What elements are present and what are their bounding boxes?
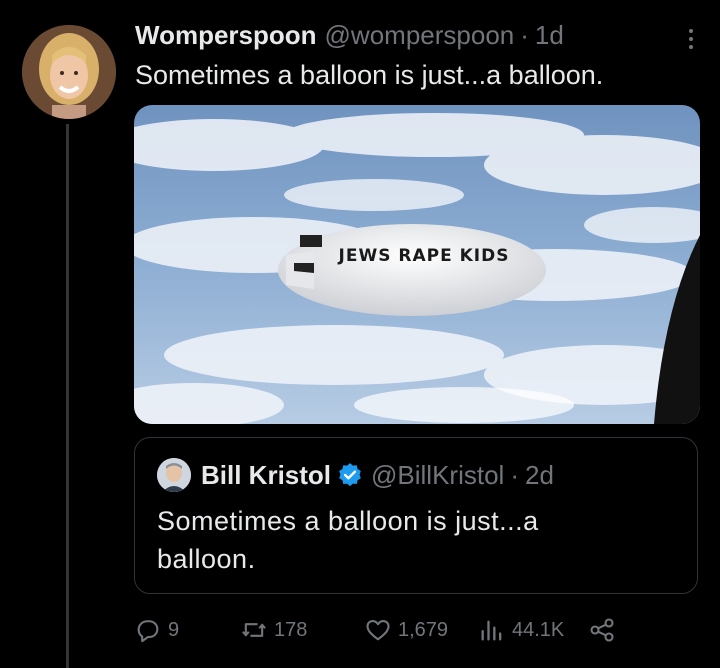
views-button[interactable]: 44.1K	[478, 616, 588, 644]
quoted-avatar	[157, 458, 191, 492]
reply-count: 9	[168, 618, 180, 641]
share-button[interactable]	[588, 616, 622, 644]
thread-line	[66, 124, 69, 668]
separator-dot: ·	[520, 20, 529, 50]
views-count: 44.1K	[512, 618, 565, 641]
quoted-avatar-image	[157, 458, 191, 492]
share-icon	[590, 618, 614, 642]
avatar-image	[22, 25, 116, 119]
action-bar: 9 178 1,679 44.1K	[134, 610, 622, 650]
like-count: 1,679	[398, 618, 449, 641]
verified-badge-icon	[339, 463, 361, 487]
views-icon	[481, 620, 502, 641]
tweet-image[interactable]: JEWS RAPE KIDS	[134, 105, 700, 424]
quoted-text: Sometimes a balloon is just...a balloon.	[157, 506, 539, 574]
reply-icon	[137, 620, 159, 643]
blimp-photo: JEWS RAPE KIDS	[134, 105, 700, 424]
display-name[interactable]: Womperspoon	[135, 20, 317, 51]
tweet-header: Womperspoon @womperspoon · 1d	[135, 20, 692, 56]
more-button[interactable]	[684, 26, 698, 52]
more-icon	[689, 29, 693, 33]
quoted-timestamp: 2d	[525, 459, 554, 490]
blimp-lettering: JEWS RAPE KIDS	[338, 246, 510, 266]
more-icon-dot	[689, 45, 693, 49]
quoted-tweet[interactable]: Bill Kristol @BillKristol · 2d Sometimes…	[134, 437, 698, 594]
avatar[interactable]	[22, 25, 116, 119]
like-button[interactable]: 1,679	[364, 616, 478, 644]
quoted-handle: @BillKristol	[371, 459, 505, 490]
retweet-count: 178	[274, 618, 308, 641]
reply-button[interactable]: 9	[134, 616, 240, 644]
retweet-button[interactable]: 178	[240, 616, 364, 644]
retweet-icon	[242, 623, 266, 637]
user-handle[interactable]: @womperspoon	[325, 20, 515, 51]
quoted-header: Bill Kristol @BillKristol · 2d	[157, 458, 554, 492]
quoted-separator: ·	[510, 459, 519, 490]
timestamp[interactable]: 1d	[535, 20, 564, 51]
more-icon-dot	[689, 37, 693, 41]
heart-icon	[366, 619, 390, 641]
tweet-text: Sometimes a balloon is just...a balloon.	[135, 60, 604, 90]
quoted-display-name: Bill Kristol	[201, 459, 332, 490]
